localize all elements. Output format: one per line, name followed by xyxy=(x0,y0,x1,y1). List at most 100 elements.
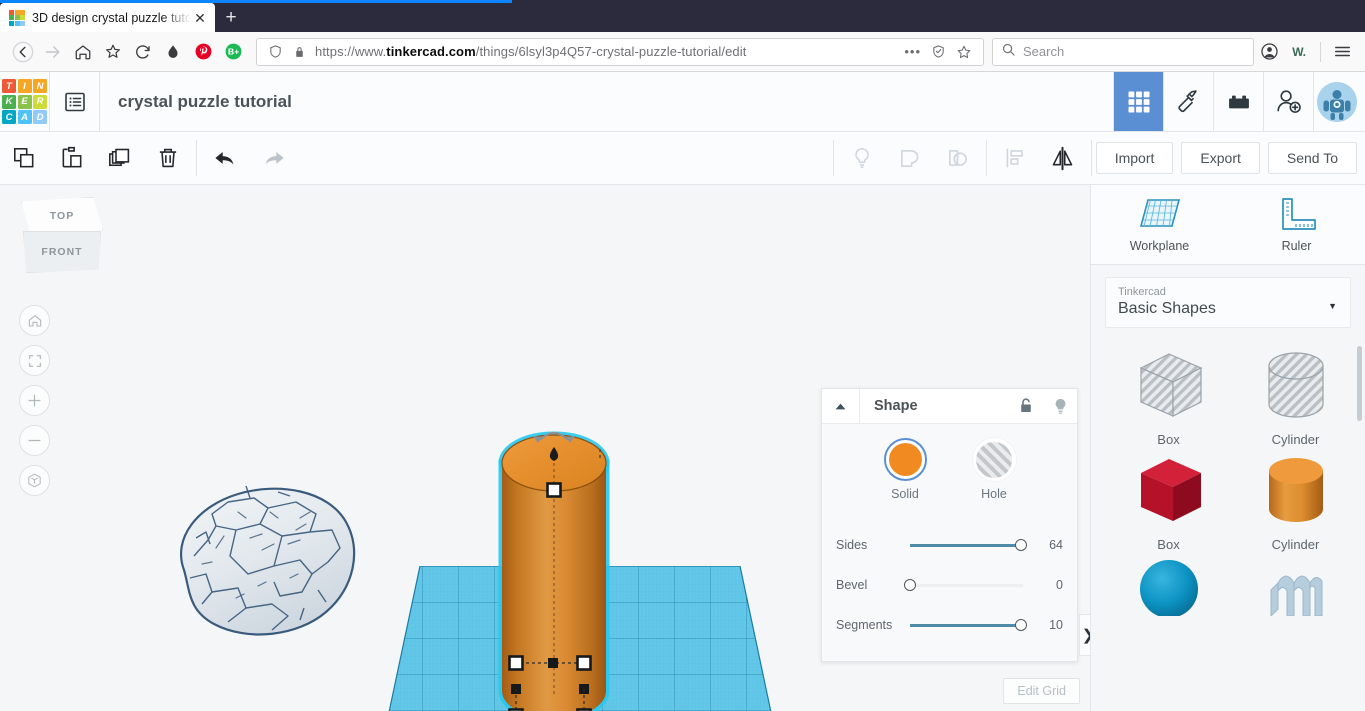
bplus-icon[interactable]: B+ xyxy=(218,37,248,67)
avatar-image xyxy=(1316,81,1357,122)
back-button[interactable] xyxy=(8,37,38,67)
cylinder-shape[interactable] xyxy=(490,423,620,711)
duplicate-button[interactable] xyxy=(96,132,144,184)
align-button[interactable] xyxy=(991,132,1039,184)
zoom-out-button[interactable] xyxy=(19,425,50,456)
hole-mode-option[interactable]: Hole xyxy=(972,438,1016,501)
solid-mode-option[interactable]: Solid xyxy=(883,438,927,501)
solid-swatch[interactable] xyxy=(883,438,927,481)
shape-cylinder-hole[interactable]: Cylinder xyxy=(1232,342,1359,447)
mirror-button[interactable] xyxy=(1039,132,1087,184)
project-list-button[interactable] xyxy=(50,72,100,131)
shape-box-red[interactable]: Box xyxy=(1105,447,1232,552)
redo-button[interactable] xyxy=(249,132,297,184)
view-cube[interactable]: TOP FRONT xyxy=(21,197,103,275)
shape-roof-blue[interactable] xyxy=(1232,552,1359,616)
extension-w-icon[interactable]: W. xyxy=(1284,37,1314,67)
grid-controls: Edit Grid Snap Grid 1.0 mm ▲ xyxy=(938,678,1080,711)
sidebar-tools: Workplane Ruler xyxy=(1091,185,1365,265)
pinterest-icon[interactable] xyxy=(188,37,218,67)
reload-button[interactable] xyxy=(128,37,158,67)
search-box[interactable]: Search xyxy=(992,37,1254,66)
new-tab-button[interactable]: + xyxy=(215,3,247,32)
slider-knob[interactable] xyxy=(1014,539,1027,551)
close-tab-icon[interactable]: ✕ xyxy=(191,9,209,27)
shape-inspector-panel: Shape Solid Hole Sides 64 Bevel 0 Segmen… xyxy=(821,388,1078,662)
forward-button[interactable] xyxy=(38,37,68,67)
logo-letter: C xyxy=(2,110,16,124)
avatar[interactable] xyxy=(1313,72,1365,131)
fit-view-button[interactable] xyxy=(19,345,50,376)
bookmark-star-icon[interactable] xyxy=(951,44,977,60)
edit-grid-button[interactable]: Edit Grid xyxy=(1003,678,1080,704)
ungroup-button[interactable] xyxy=(934,132,982,184)
hamburger-menu-button[interactable] xyxy=(1327,37,1357,67)
light-button[interactable] xyxy=(838,132,886,184)
tab-title: 3D design crystal puzzle tutorial xyxy=(32,10,191,25)
blocks-button[interactable] xyxy=(1213,72,1263,131)
ruler-tool[interactable]: Ruler xyxy=(1228,185,1365,264)
import-button[interactable]: Import xyxy=(1095,142,1174,174)
view-cube-front-face[interactable]: FRONT xyxy=(23,231,101,273)
pocket-button[interactable] xyxy=(98,37,128,67)
slider-value: 0 xyxy=(1056,578,1063,592)
slider-track[interactable] xyxy=(904,579,1023,591)
chevron-down-icon: ▼ xyxy=(1328,300,1337,311)
unlock-icon[interactable] xyxy=(1009,397,1043,415)
header-actions xyxy=(1113,72,1365,131)
workplane-icon xyxy=(1139,199,1180,227)
undo-button[interactable] xyxy=(201,132,249,184)
shape-box-hole[interactable]: Box xyxy=(1105,342,1232,447)
send-to-button[interactable]: Send To xyxy=(1267,142,1357,174)
slider-value: 10 xyxy=(1049,618,1063,632)
box-red-thumb xyxy=(1140,459,1201,521)
ortho-perspective-button[interactable] xyxy=(19,465,50,496)
browser-tab[interactable]: 3D design crystal puzzle tutorial ✕ xyxy=(0,3,215,32)
shape-cylinder-orange[interactable]: Cylinder xyxy=(1232,447,1359,552)
home-view-button[interactable] xyxy=(19,305,50,336)
shapes-sidebar: Workplane Ruler Tinkercad Basic Shapes ▼ xyxy=(1090,185,1365,711)
workplane-tool[interactable]: Workplane xyxy=(1091,185,1228,264)
account-button[interactable] xyxy=(1254,37,1284,67)
invite-people-button[interactable] xyxy=(1263,72,1313,131)
slider-label: Sides xyxy=(836,538,868,552)
3d-viewport[interactable]: TOP FRONT Shape Solid Hole Sides 64 Beve… xyxy=(0,185,1090,711)
blocks-grid-button[interactable] xyxy=(1113,72,1163,131)
library-name: Basic Shapes xyxy=(1118,300,1216,317)
bulb-icon[interactable] xyxy=(1043,397,1077,416)
export-button[interactable]: Export xyxy=(1181,142,1260,174)
shape-sphere-blue[interactable] xyxy=(1105,552,1232,616)
copy-button[interactable] xyxy=(0,132,48,184)
expand-panel-button[interactable]: ❯ xyxy=(1079,614,1090,656)
tinkercad-logo[interactable]: T I N K E R C A D xyxy=(0,72,50,131)
page-title[interactable]: crystal puzzle tutorial xyxy=(100,72,1113,131)
view-cube-top-face[interactable]: TOP xyxy=(21,197,103,235)
group-button[interactable] xyxy=(886,132,934,184)
codeblocks-button[interactable] xyxy=(1163,72,1213,131)
slider-track[interactable] xyxy=(910,539,1027,551)
zoom-in-button[interactable] xyxy=(19,385,50,416)
view-cube-top-label: TOP xyxy=(49,210,75,222)
tracking-protection-icon[interactable] xyxy=(926,44,951,59)
shape-library-select[interactable]: Tinkercad Basic Shapes ▼ xyxy=(1105,277,1351,328)
slider-track[interactable] xyxy=(910,619,1027,631)
shape-panel-title: Shape xyxy=(874,398,918,414)
drop-icon[interactable] xyxy=(158,37,188,67)
delete-button[interactable] xyxy=(144,132,192,184)
slider-knob[interactable] xyxy=(904,579,916,591)
shape-mode-swatches: Solid Hole xyxy=(822,438,1077,515)
paste-button[interactable] xyxy=(48,132,96,184)
sidebar-scrollbar[interactable] xyxy=(1357,346,1362,421)
tinkercad-header: T I N K E R C A D crystal puzzle tutoria… xyxy=(0,72,1365,132)
address-bar[interactable]: https://www.tinkercad.com/things/6lsyl3p… xyxy=(256,37,984,66)
collapse-panel-button[interactable] xyxy=(822,389,860,423)
page-actions-icon[interactable]: ••• xyxy=(899,44,926,59)
crystal-rock-shape[interactable] xyxy=(150,478,365,648)
slider-knob[interactable] xyxy=(1014,619,1027,631)
shape-label: Cylinder xyxy=(1271,537,1320,552)
slider-segments: Segments 10 xyxy=(836,605,1063,645)
hole-swatch[interactable] xyxy=(972,438,1016,481)
sphere-blue-thumb xyxy=(1139,560,1198,616)
shape-panel-header: Shape xyxy=(822,389,1077,424)
home-button[interactable] xyxy=(68,37,98,67)
